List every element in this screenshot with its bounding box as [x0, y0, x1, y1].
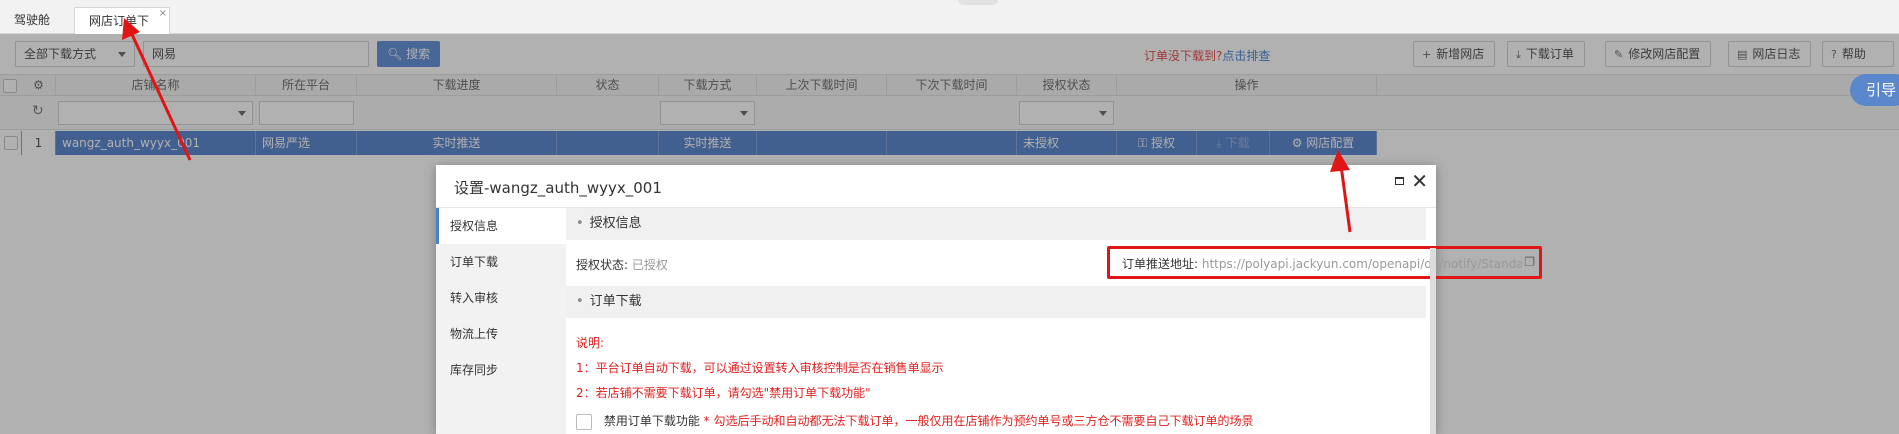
push-url-highlight: 订单推送地址: https://polyapi.jackyun.com/open… — [1107, 246, 1542, 279]
dialog-body: • 授权信息 授权状态: 已授权 订单推送地址: https://polyapi.… — [566, 207, 1542, 434]
dialog-scrollbar[interactable] — [1430, 248, 1436, 434]
maximize-icon[interactable] — [1395, 177, 1404, 185]
note-heading: 说明: — [576, 336, 605, 350]
settings-dialog: 设置-wangz_auth_wyyx_001 ✕ 授权信息 订单下载 转入审核 … — [436, 165, 1542, 434]
disable-download-note: * 勾选后手动和自动都无法下载订单，一般仅用在店铺作为预约单号或三方仓不需要自己… — [703, 414, 1254, 428]
nav-logistics-upload[interactable]: 物流上传 — [436, 316, 566, 352]
tab-cockpit[interactable]: 驾驶舱 — [0, 7, 64, 34]
close-icon[interactable]: × — [159, 0, 167, 27]
nav-auth-info[interactable]: 授权信息 — [436, 208, 566, 244]
note-line-2: 2：若店铺不需要下载订单，请勾选"禁用订单下载功能" — [576, 386, 871, 400]
auth-status-value: 已授权 — [631, 258, 668, 272]
dialog-title: 设置-wangz_auth_wyyx_001 — [454, 179, 662, 197]
nav-transfer-review[interactable]: 转入审核 — [436, 280, 566, 316]
dialog-nav: 授权信息 订单下载 转入审核 物流上传 库存同步 — [436, 207, 566, 434]
section-auth-info: • 授权信息 — [566, 208, 1426, 240]
disable-download-row: 禁用订单下载功能 * 勾选后手动和自动都无法下载订单，一般仅用在店铺作为预约单号… — [576, 412, 1254, 430]
collapse-handle[interactable] — [958, 0, 998, 5]
guide-button[interactable]: 引导 — [1850, 74, 1899, 106]
copy-icon[interactable]: ❐ — [1524, 255, 1535, 269]
close-icon[interactable]: ✕ — [1411, 169, 1428, 193]
disable-download-checkbox[interactable] — [576, 413, 592, 430]
note-line-1: 1：平台订单自动下载，可以通过设置转入审核控制是否在销售单显示 — [576, 361, 944, 375]
section-order-download: • 订单下载 — [566, 286, 1426, 318]
disable-download-label: 禁用订单下载功能 — [603, 414, 700, 428]
tab-bar: 驾驶舱 网店订单下载 × — [0, 0, 1899, 55]
nav-order-download[interactable]: 订单下载 — [436, 244, 566, 280]
push-url-field[interactable]: 订单推送地址: https://polyapi.jackyun.com/open… — [1122, 255, 1522, 272]
push-url-value: https://polyapi.jackyun.com/openapi/do/n… — [1201, 257, 1522, 271]
tab-shop-order-download[interactable]: 网店订单下载 × — [74, 7, 170, 55]
nav-inventory-sync[interactable]: 库存同步 — [436, 352, 566, 388]
auth-status-field: 授权状态: 已授权 — [576, 258, 668, 272]
